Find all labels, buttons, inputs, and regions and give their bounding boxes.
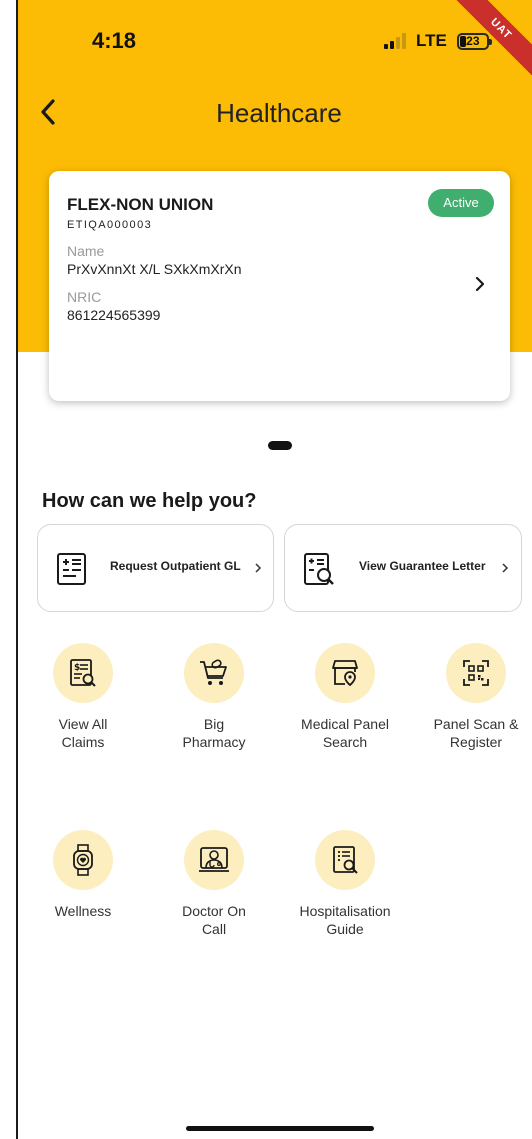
panel-scan-register-label: Panel Scan & Register xyxy=(433,716,519,750)
doctor-on-call-tile[interactable]: Doctor On Call xyxy=(154,830,274,938)
battery-icon: 23 xyxy=(456,32,492,50)
policy-card[interactable]: FLEX-NON UNION ETIQA000003 Name PrXvXnnX… xyxy=(49,171,510,401)
view-guarantee-letter-button[interactable]: View Guarantee Letter xyxy=(284,524,522,612)
doctor-on-call-label: Doctor On Call xyxy=(182,903,246,937)
panel-scan-register-tile[interactable]: Panel Scan & Register xyxy=(416,643,532,751)
big-pharmacy-label: Big Pharmacy xyxy=(182,716,246,750)
left-frame xyxy=(0,0,16,1139)
svg-text:$: $ xyxy=(74,663,80,673)
wellness-tile[interactable]: Wellness xyxy=(23,830,143,920)
hospitalisation-guide-tile[interactable]: Hospitalisation Guide xyxy=(285,830,405,938)
tile-icon-circle xyxy=(184,643,244,703)
doctor-video-icon xyxy=(199,847,229,872)
smartwatch-heart-icon xyxy=(73,844,93,876)
request-document-icon xyxy=(57,553,86,585)
policy-code: ETIQA000003 xyxy=(67,219,153,231)
medical-panel-search-tile[interactable]: Medical Panel Search xyxy=(285,643,405,751)
pharmacy-cart-icon xyxy=(200,659,227,685)
medical-panel-search-label: Medical Panel Search xyxy=(301,716,389,750)
home-indicator[interactable] xyxy=(186,1126,374,1131)
healthcare-screen: 4:18 LTE 23 UAT Healthcare FLEX-NON UNIO… xyxy=(0,0,532,1139)
chevron-right-icon[interactable] xyxy=(472,274,488,294)
tile-icon-circle xyxy=(53,830,113,890)
big-pharmacy-tile[interactable]: Big Pharmacy xyxy=(154,643,274,751)
chevron-right-icon xyxy=(502,563,509,573)
left-frame-border xyxy=(16,0,18,1139)
tile-icon-circle: $ xyxy=(53,643,113,703)
name-value: PrXvXnnXt X/L SXkXmXrXn xyxy=(67,261,242,277)
status-badge: Active xyxy=(428,189,494,217)
battery-level: 23 xyxy=(466,33,480,48)
tile-icon-circle xyxy=(315,830,375,890)
signal-strength-icon xyxy=(384,33,406,49)
tile-icon-circle xyxy=(315,643,375,703)
nric-label: NRIC xyxy=(67,289,102,305)
status-indicators: LTE 23 xyxy=(384,31,492,51)
network-type: LTE xyxy=(416,31,447,50)
view-all-claims-tile[interactable]: $ View All Claims xyxy=(23,643,143,751)
tile-icon-circle xyxy=(184,830,244,890)
hospitalisation-guide-label: Hospitalisation Guide xyxy=(299,903,391,937)
qr-scan-icon xyxy=(463,660,489,686)
view-all-claims-label: View All Claims xyxy=(58,716,108,750)
request-outpatient-gl-button[interactable]: Request Outpatient GL xyxy=(37,524,274,612)
plan-name: FLEX-NON UNION xyxy=(67,195,214,214)
document-search-icon xyxy=(304,553,334,585)
claims-receipt-icon: $ xyxy=(70,659,96,687)
page-title: Healthcare xyxy=(216,98,342,128)
wellness-label: Wellness xyxy=(54,903,112,919)
name-label: Name xyxy=(67,243,105,259)
help-heading: How can we help you? xyxy=(42,490,257,512)
status-time: 4:18 xyxy=(92,28,137,53)
clinic-location-icon xyxy=(332,660,358,687)
request-outpatient-gl-label: Request Outpatient GL xyxy=(110,559,241,573)
guide-search-icon xyxy=(333,846,358,874)
nric-value: 861224565399 xyxy=(67,307,161,323)
tile-icon-circle xyxy=(446,643,506,703)
view-guarantee-letter-label: View Guarantee Letter xyxy=(359,559,486,573)
carousel-indicator xyxy=(268,441,292,450)
chevron-right-icon xyxy=(255,563,262,573)
